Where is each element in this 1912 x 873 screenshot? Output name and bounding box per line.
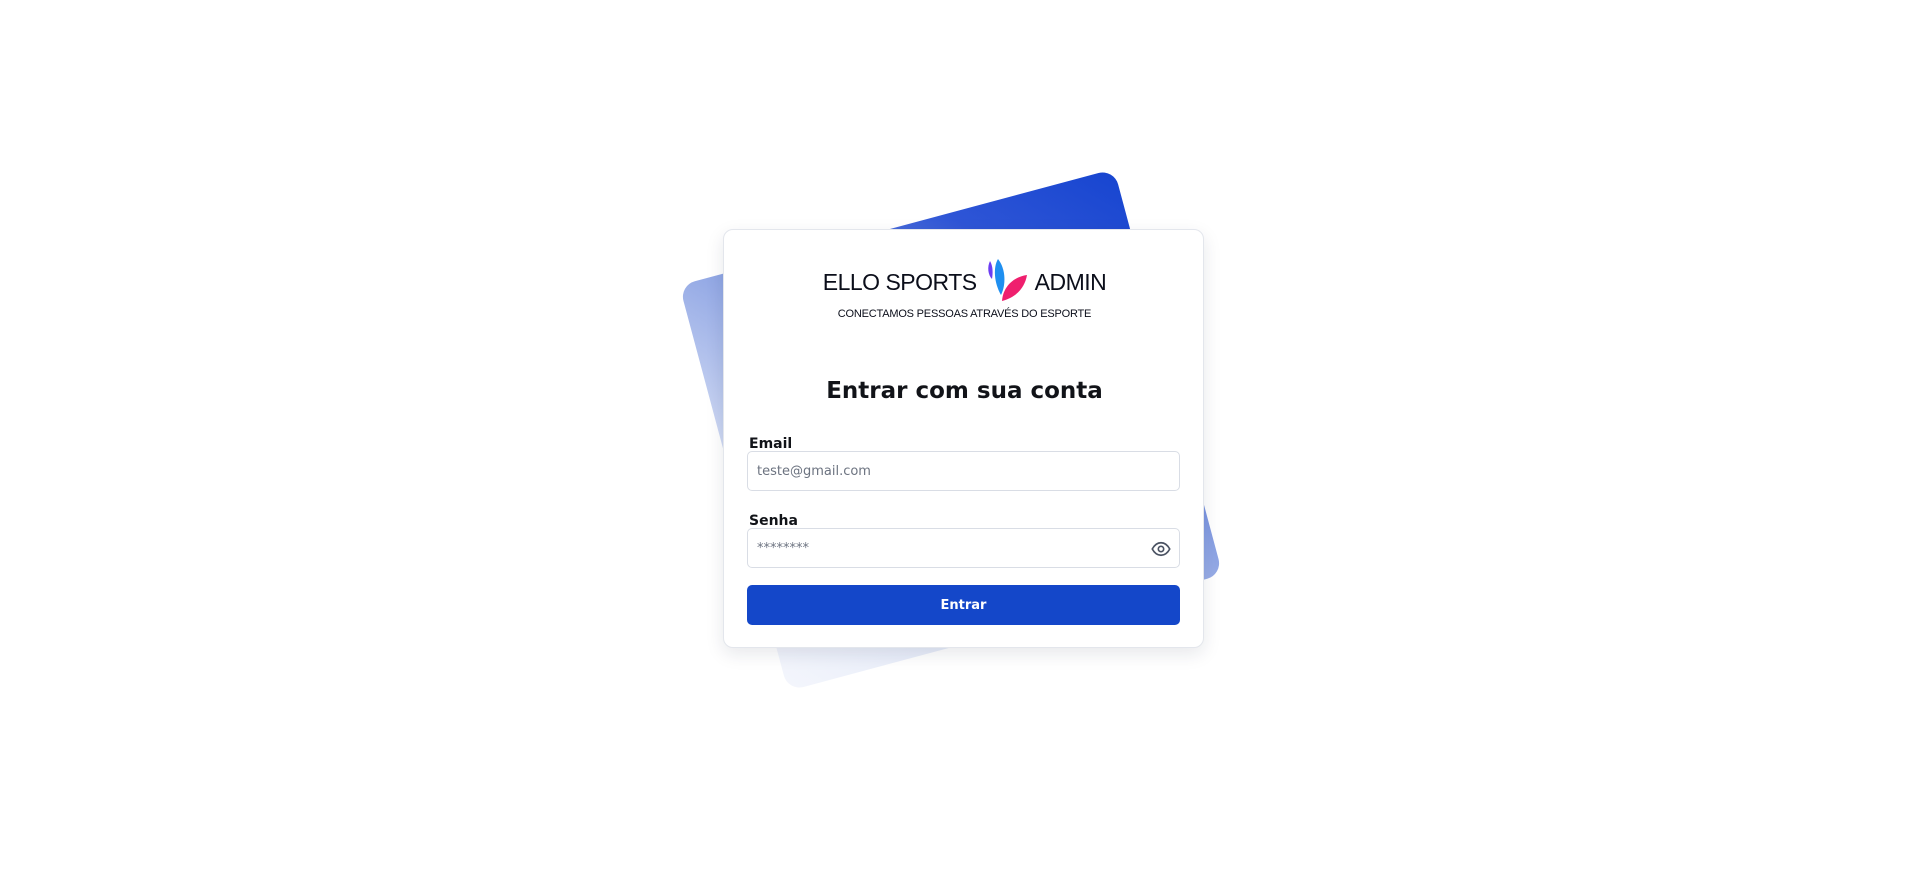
email-input[interactable] (748, 452, 1179, 490)
password-input[interactable] (748, 529, 1179, 567)
login-page: ELLO SPORTS ADMIN CONECTAMOS PESSOAS ATR… (0, 0, 1912, 873)
brand-suffix: ADMIN (1034, 268, 1107, 295)
email-field-container (747, 451, 1180, 491)
submit-button[interactable]: Entrar (747, 585, 1180, 625)
brand-logo: ELLO SPORTS ADMIN CONECTAMOS PESSOAS ATR… (724, 258, 1205, 328)
brand-name: ELLO SPORTS (822, 268, 977, 295)
email-label: Email (749, 436, 793, 452)
brand-logo-row: ELLO SPORTS ADMIN (724, 258, 1205, 306)
page-title: Entrar com sua conta (826, 378, 1103, 404)
eye-icon[interactable] (1151, 539, 1171, 559)
brand-tagline: CONECTAMOS PESSOAS ATRAVÉS DO ESPORTE (837, 308, 1092, 320)
password-label: Senha (749, 513, 798, 529)
password-field-container (747, 528, 1180, 568)
ello-sports-leaf-logo-icon (987, 259, 1027, 301)
login-card: ELLO SPORTS ADMIN CONECTAMOS PESSOAS ATR… (723, 229, 1204, 648)
